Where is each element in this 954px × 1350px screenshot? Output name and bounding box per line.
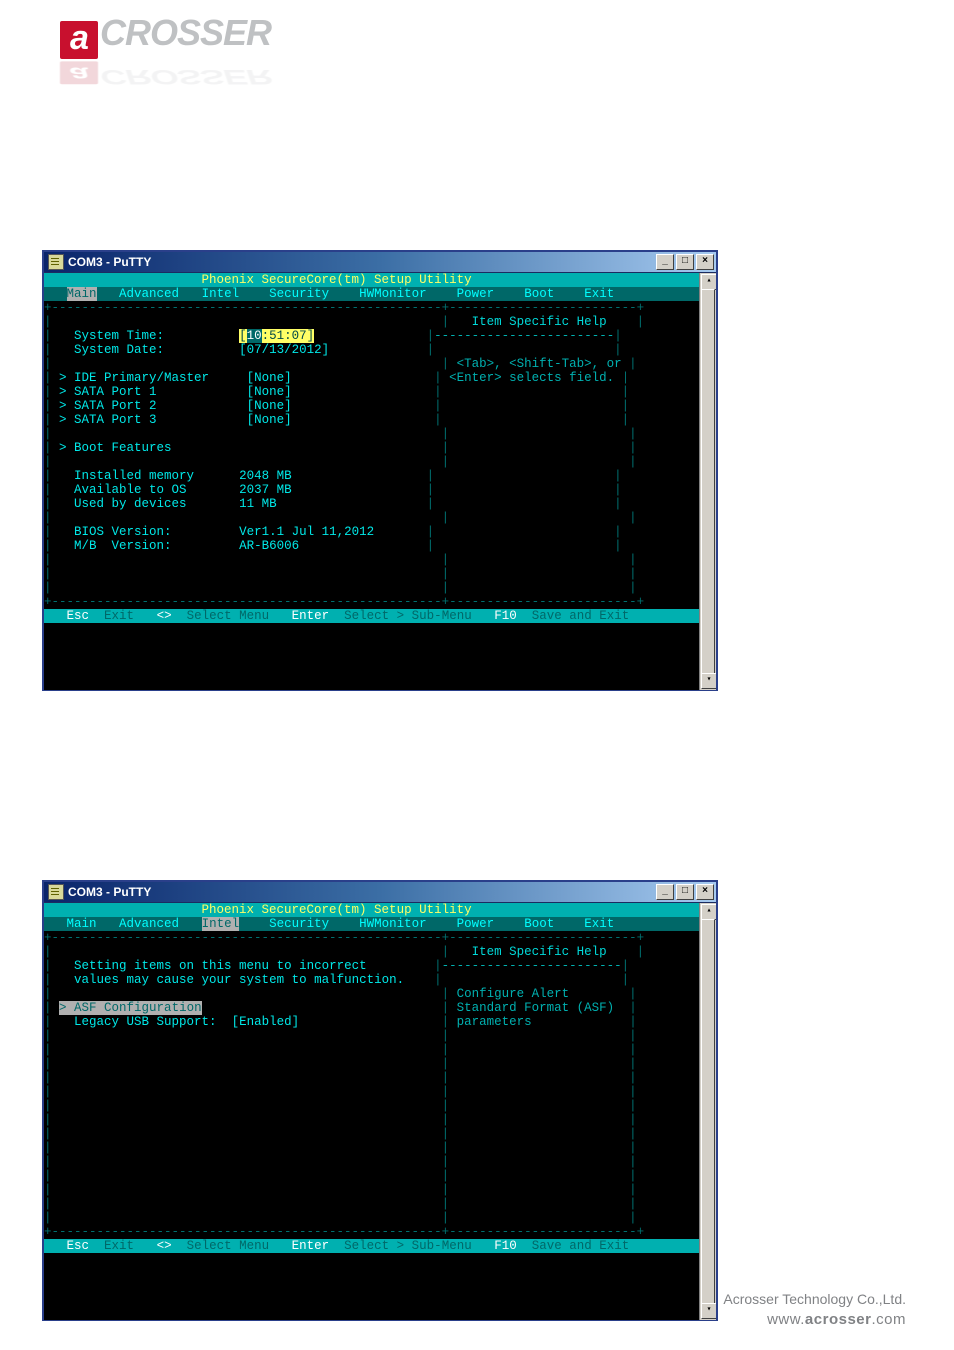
submenu-sata1[interactable]: | > SATA Port 1 [None] | | — [44, 385, 716, 399]
terminal-area[interactable]: Phoenix SecureCore(tm) Setup Utility Mai… — [44, 273, 716, 690]
system-date-value[interactable]: [07/13/2012] — [239, 343, 329, 357]
bios-menu-bar[interactable]: Main Advanced Intel Security HWMonitor P… — [44, 287, 716, 301]
tab-main[interactable]: Main — [67, 917, 97, 931]
warning-line-2: | values may cause your system to malfun… — [44, 973, 716, 987]
tab-boot[interactable]: Boot — [524, 917, 554, 931]
putty-icon — [48, 254, 64, 270]
help-title-row: | | Item Specific Help | — [44, 315, 716, 329]
close-button[interactable]: × — [696, 254, 714, 270]
tab-exit[interactable]: Exit — [584, 287, 614, 301]
bios-version-row: | BIOS Version: Ver1.1 Jul 11,2012 | | — [44, 525, 716, 539]
scroll-up-button[interactable]: ▴ — [701, 904, 716, 920]
tab-intel[interactable]: Intel — [202, 917, 240, 931]
footer-company: Acrosser Technology Co.,Ltd. — [723, 1291, 906, 1307]
tab-intel[interactable]: Intel — [202, 287, 240, 301]
logo-a-icon: a — [60, 21, 98, 59]
submenu-boot-features[interactable]: | > Boot Features | | — [44, 441, 716, 455]
help-line-a: | | Configure Alert | — [44, 987, 716, 1001]
maximize-button[interactable]: □ — [676, 884, 694, 900]
system-time-field[interactable]: [10:51:07] — [239, 329, 314, 343]
system-date-row[interactable]: | System Date: [07/13/2012] | | — [44, 343, 716, 357]
submenu-sata2[interactable]: | > SATA Port 2 [None] | | — [44, 399, 716, 413]
tab-advanced[interactable]: Advanced — [119, 287, 179, 301]
tab-power[interactable]: Power — [457, 287, 495, 301]
minimize-button[interactable]: _ — [656, 254, 674, 270]
window-title: COM3 - PuTTY — [68, 885, 151, 899]
warning-line-1: | Setting items on this menu to incorrec… — [44, 959, 716, 973]
system-time-row[interactable]: | System Time: [10:51:07] |-------------… — [44, 329, 716, 343]
scroll-thumb[interactable] — [701, 289, 715, 674]
submenu-sata3[interactable]: | > SATA Port 3 [None] | | — [44, 413, 716, 427]
window-titlebar[interactable]: COM3 - PuTTY _ □ × — [44, 882, 716, 903]
bios-footer: Esc Exit <> Select Menu Enter Select > S… — [44, 1239, 716, 1253]
help-title-row: | | Item Specific Help | — [44, 945, 716, 959]
brand-logo: aCROSSER — [60, 12, 271, 59]
tab-main[interactable]: Main — [67, 287, 97, 301]
terminal-area[interactable]: Phoenix SecureCore(tm) Setup Utility Mai… — [44, 903, 716, 1320]
brand-logo-reflection: aCROSSER — [60, 61, 271, 89]
putty-window-intel: COM3 - PuTTY _ □ × Phoenix SecureCore(tm… — [42, 880, 718, 1321]
help-line-1: | | <Tab>, <Shift-Tab>, or | — [44, 357, 716, 371]
mem-installed: | Installed memory 2048 MB | | — [44, 469, 716, 483]
box-top: +---------------------------------------… — [44, 931, 716, 945]
scrollbar[interactable]: ▴ ▾ — [699, 273, 716, 690]
box-top: +---------------------------------------… — [44, 301, 716, 315]
bios-menu-bar[interactable]: Main Advanced Intel Security HWMonitor P… — [44, 917, 716, 931]
mb-version-row: | M/B Version: AR-B6006 | | — [44, 539, 716, 553]
putty-window-main: COM3 - PuTTY _ □ × Phoenix SecureCore(tm… — [42, 250, 718, 691]
tab-exit[interactable]: Exit — [584, 917, 614, 931]
scroll-down-button[interactable]: ▾ — [701, 1303, 716, 1319]
submenu-ide[interactable]: | > IDE Primary/Master [None] | <Enter> … — [44, 371, 716, 385]
bios-header: Phoenix SecureCore(tm) Setup Utility — [44, 903, 716, 917]
tab-security[interactable]: Security — [269, 287, 329, 301]
maximize-button[interactable]: □ — [676, 254, 694, 270]
page-footer: Acrosser Technology Co.,Ltd. www.acrosse… — [723, 1291, 906, 1328]
tab-hwmonitor[interactable]: HWMonitor — [359, 287, 427, 301]
tab-boot[interactable]: Boot — [524, 287, 554, 301]
box-bottom: +---------------------------------------… — [44, 595, 716, 609]
close-button[interactable]: × — [696, 884, 714, 900]
logo-text: CROSSER — [100, 12, 271, 53]
asf-config-row[interactable]: | > ASF Configuration | Standard Format … — [44, 1001, 716, 1015]
window-title: COM3 - PuTTY — [68, 255, 151, 269]
scrollbar[interactable]: ▴ ▾ — [699, 903, 716, 1320]
scroll-thumb[interactable] — [701, 919, 715, 1304]
mem-used: | Used by devices 11 MB | | — [44, 497, 716, 511]
bios-footer: Esc Exit <> Select Menu Enter Select > S… — [44, 609, 716, 623]
tab-security[interactable]: Security — [269, 917, 329, 931]
putty-icon — [48, 884, 64, 900]
legacy-usb-row[interactable]: | Legacy USB Support: [Enabled] | parame… — [44, 1015, 716, 1029]
tab-advanced[interactable]: Advanced — [119, 917, 179, 931]
mem-available: | Available to OS 2037 MB | | — [44, 483, 716, 497]
scroll-down-button[interactable]: ▾ — [701, 673, 716, 689]
tab-hwmonitor[interactable]: HWMonitor — [359, 917, 427, 931]
box-bottom: +---------------------------------------… — [44, 1225, 716, 1239]
bios-header: Phoenix SecureCore(tm) Setup Utility — [44, 273, 716, 287]
minimize-button[interactable]: _ — [656, 884, 674, 900]
tab-power[interactable]: Power — [457, 917, 495, 931]
scroll-up-button[interactable]: ▴ — [701, 274, 716, 290]
footer-url: www.acrosser.com — [723, 1311, 906, 1328]
window-titlebar[interactable]: COM3 - PuTTY _ □ × — [44, 252, 716, 273]
